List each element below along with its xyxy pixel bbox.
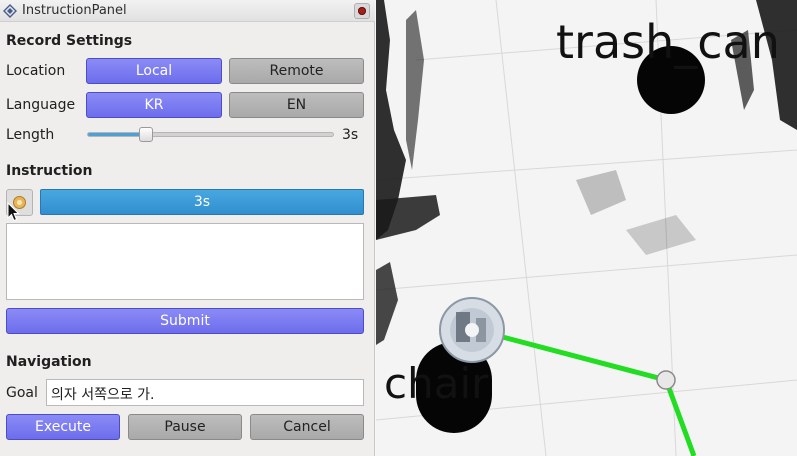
location-label: Location <box>6 63 66 79</box>
navigation-heading: Navigation <box>6 354 92 370</box>
language-kr-button[interactable]: KR <box>86 92 222 118</box>
length-slider-handle[interactable] <box>139 127 154 142</box>
recording-progress-bar: 3s <box>40 189 364 215</box>
robot[interactable] <box>439 297 505 363</box>
map-visualization[interactable]: trash_can chair <box>376 0 797 456</box>
submit-button[interactable]: Submit <box>6 308 364 334</box>
length-slider-fill <box>88 133 147 136</box>
window-title: InstructionPanel <box>22 3 127 18</box>
execute-button[interactable]: Execute <box>6 414 120 440</box>
close-icon[interactable] <box>354 3 370 19</box>
mouse-cursor-icon <box>7 202 20 222</box>
recording-progress-text: 3s <box>193 194 211 210</box>
length-slider-track[interactable] <box>87 132 334 137</box>
instruction-panel: InstructionPanel Record Settings Locatio… <box>0 0 375 456</box>
goal-label: Goal <box>6 385 38 401</box>
chair-label: chair <box>384 359 489 408</box>
goal-input[interactable]: 의자 서쪽으로 가. <box>46 379 364 406</box>
instruction-heading: Instruction <box>6 163 93 179</box>
record-settings-heading: Record Settings <box>6 33 133 49</box>
length-label: Length <box>6 127 55 143</box>
path-waypoint[interactable] <box>656 370 676 390</box>
instruction-textarea[interactable] <box>6 223 364 300</box>
title-bar: InstructionPanel <box>0 0 375 22</box>
location-local-button[interactable]: Local <box>86 58 222 84</box>
pause-button[interactable]: Pause <box>128 414 242 440</box>
location-remote-button[interactable]: Remote <box>229 58 364 84</box>
trash-can-label: trash_can <box>556 15 780 69</box>
window-diamond-icon <box>3 4 17 18</box>
language-en-button[interactable]: EN <box>229 92 364 118</box>
map-canvas: trash_can chair <box>376 0 797 456</box>
language-label: Language <box>6 97 76 113</box>
length-value: 3s <box>342 127 359 143</box>
cancel-button[interactable]: Cancel <box>250 414 364 440</box>
